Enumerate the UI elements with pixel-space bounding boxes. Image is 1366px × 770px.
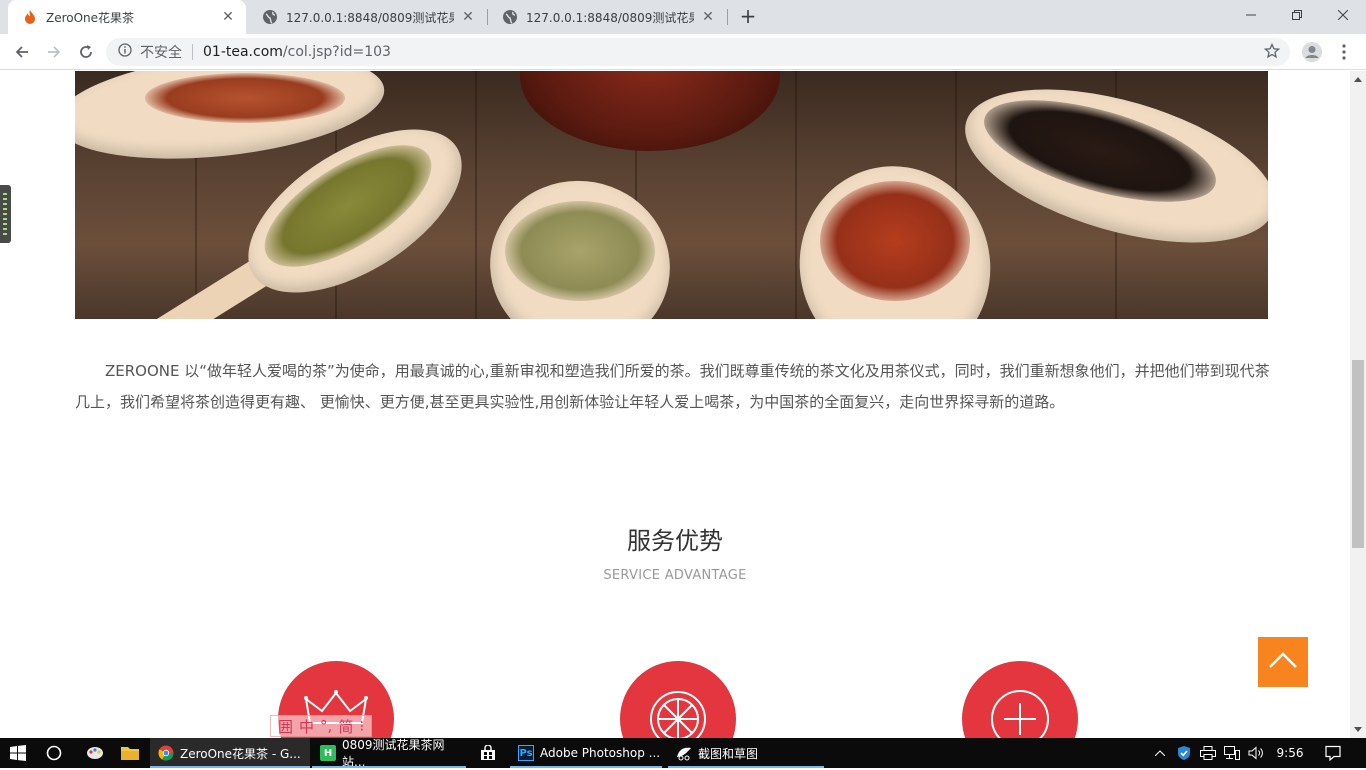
snip-sketch-icon	[676, 745, 692, 761]
ime-grid-icon[interactable]: 囲	[278, 716, 293, 737]
taskbar-label: ZeroOne花果茶 - G...	[180, 746, 301, 761]
tab-separator	[727, 9, 728, 25]
close-icon[interactable]: ✕	[460, 9, 476, 25]
globe-icon	[502, 9, 518, 25]
browser-toolbar: 不安全 01-tea.com /col.jsp?id=103	[0, 34, 1366, 70]
hbuilder-icon: H	[320, 745, 336, 761]
tab-title: 127.0.0.1:8848/0809测试花果茶	[526, 10, 694, 25]
address-bar[interactable]: 不安全 01-tea.com /col.jsp?id=103	[106, 38, 1290, 66]
tab-strip: ZeroOne花果茶 ✕ 127.0.0.1:8848/0809测试花果茶 ✕ …	[0, 0, 1366, 34]
service-item-3[interactable]	[962, 661, 1078, 738]
page-scrollbar[interactable]	[1350, 71, 1366, 738]
taskbar-label: 0809测试花果茶网站...	[342, 738, 445, 769]
services-subtitle: SERVICE ADVANTAGE	[603, 568, 747, 583]
tab-local-2[interactable]: 127.0.0.1:8848/0809测试花果茶 ✕	[488, 0, 726, 34]
network-icon[interactable]	[1222, 738, 1242, 768]
paint-3d-icon[interactable]	[78, 738, 112, 768]
scroll-thumb[interactable]	[1352, 360, 1364, 548]
window-close-button[interactable]	[1320, 0, 1366, 30]
address-divider	[192, 44, 193, 60]
cortana-search-icon[interactable]	[36, 738, 72, 768]
ime-punctuation[interactable]: °,	[320, 717, 332, 735]
action-center-icon[interactable]	[1318, 738, 1348, 768]
taskbar-snip-sketch[interactable]: 截图和草图	[668, 738, 824, 768]
menu-kebab-icon[interactable]	[1330, 38, 1358, 66]
chrome-icon	[158, 745, 174, 761]
back-button[interactable]	[8, 38, 36, 66]
citrus-slice-icon	[648, 689, 708, 738]
intro-paragraph: ZEROONE 以“做年轻人爱喝的茶”为使命，用最真诚的心,重新审视和塑造我们所…	[75, 362, 1270, 411]
hero-tea-image	[75, 71, 1268, 319]
restore-button[interactable]	[1274, 0, 1320, 30]
ime-toolbar[interactable]: 囲 中 °, 简 ⁝	[270, 715, 373, 737]
chevron-up-icon	[1268, 651, 1298, 673]
ime-simplified[interactable]: 简	[338, 716, 353, 737]
taskbar-photoshop[interactable]: Ps Adobe Photoshop ...	[510, 738, 662, 768]
store-icon	[480, 745, 496, 761]
taskbar-label: 截图和草图	[698, 746, 759, 761]
scroll-down-arrow[interactable]	[1354, 727, 1362, 732]
taskbar-hbuilder[interactable]: H 0809测试花果茶网站...	[312, 738, 466, 769]
forward-button[interactable]	[40, 38, 68, 66]
scroll-up-arrow[interactable]	[1354, 77, 1362, 82]
security-label: 不安全	[140, 45, 182, 61]
globe-icon	[262, 9, 278, 25]
taskbar-label: Adobe Photoshop ...	[540, 746, 661, 760]
tab-title: 127.0.0.1:8848/0809测试花果茶	[286, 10, 454, 25]
file-explorer-icon[interactable]	[112, 738, 148, 768]
profile-avatar-icon[interactable]	[1298, 38, 1326, 66]
photoshop-icon: Ps	[518, 745, 534, 761]
tray-chevron-up-icon[interactable]	[1150, 738, 1170, 768]
ime-more-icon[interactable]: ⁝	[359, 717, 364, 735]
side-meter-widget[interactable]	[0, 185, 11, 243]
new-tab-button[interactable]: +	[736, 5, 760, 29]
ime-chinese-mode[interactable]: 中	[299, 716, 314, 737]
taskbar-clock[interactable]: 9:56	[1270, 738, 1310, 768]
close-icon[interactable]: ✕	[700, 9, 716, 25]
close-icon[interactable]: ✕	[220, 9, 236, 25]
taskbar-store[interactable]	[472, 738, 508, 768]
service-item-2[interactable]	[620, 661, 736, 738]
info-icon[interactable]	[118, 43, 132, 61]
flame-icon	[22, 9, 38, 25]
back-to-top-button[interactable]	[1258, 637, 1308, 687]
tab-zeroone[interactable]: ZeroOne花果茶 ✕	[8, 0, 246, 34]
windows-taskbar: ZeroOne花果茶 - G... H 0809测试花果茶网站... Ps Ad…	[0, 738, 1366, 769]
minimize-button[interactable]	[1228, 0, 1274, 30]
volume-icon[interactable]	[1246, 738, 1266, 768]
teapot	[520, 71, 780, 151]
taskbar-chrome[interactable]: ZeroOne花果茶 - G...	[150, 738, 310, 768]
services-title: 服务优势	[627, 527, 723, 555]
tab-local-1[interactable]: 127.0.0.1:8848/0809测试花果茶 ✕	[248, 0, 486, 34]
page-viewport: ZEROONE 以“做年轻人爱喝的茶”为使命，用最真诚的心,重新审视和塑造我们所…	[0, 71, 1350, 738]
plus-circle-icon	[990, 689, 1050, 738]
url-path: /col.jsp?id=103	[282, 44, 391, 60]
bookmark-star-icon[interactable]	[1263, 42, 1282, 61]
url-host: 01-tea.com	[203, 44, 283, 60]
reload-button[interactable]	[72, 38, 100, 66]
shield-icon[interactable]	[1174, 738, 1194, 768]
tab-title: ZeroOne花果茶	[46, 10, 135, 25]
windows-start-icon[interactable]	[0, 738, 36, 768]
printer-icon[interactable]	[1198, 738, 1218, 768]
